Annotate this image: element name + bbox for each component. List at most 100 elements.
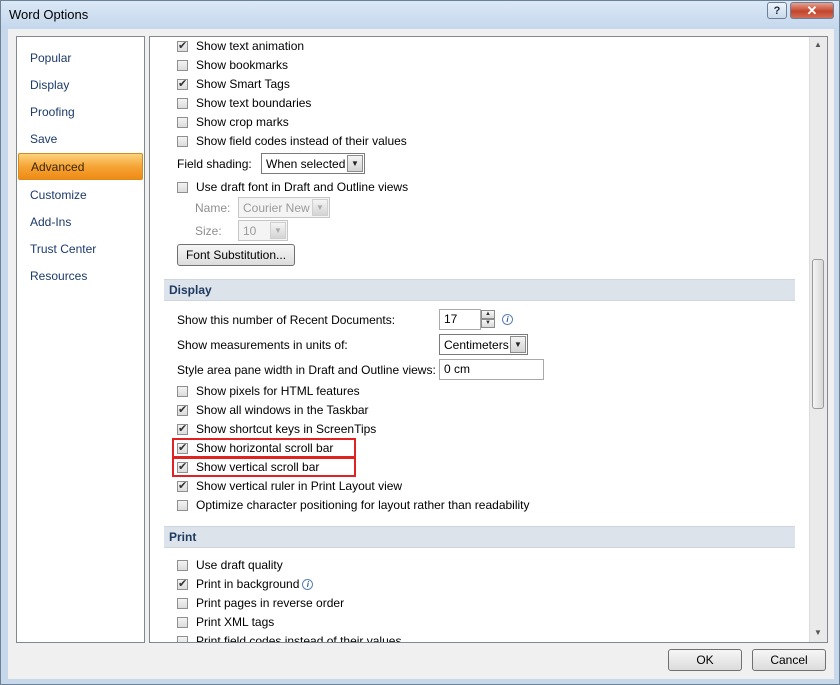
cancel-button[interactable]: Cancel <box>752 649 826 671</box>
checkbox[interactable] <box>177 59 188 71</box>
checkbox[interactable] <box>177 597 188 609</box>
draft-font-name-dropdown[interactable]: Courier New ▼ <box>238 197 330 218</box>
checkbox[interactable] <box>177 181 188 193</box>
chevron-down-icon: ▼ <box>312 199 328 216</box>
scroll-down-icon[interactable]: ▼ <box>812 626 824 640</box>
option-print-in-background[interactable]: Print in background i <box>177 575 314 593</box>
font-substitution-button[interactable]: Font Substitution... <box>177 244 295 266</box>
checkbox[interactable] <box>177 422 188 435</box>
scroll-up-icon[interactable]: ▲ <box>812 38 824 52</box>
draft-font-name-label: Name: <box>195 201 231 215</box>
option-show-all-windows-taskbar[interactable]: Show all windows in the Taskbar <box>177 401 369 419</box>
recent-documents-label: Show this number of Recent Documents: <box>177 313 396 327</box>
option-show-text-animation[interactable]: Show text animation <box>177 37 304 55</box>
dropdown-value: Courier New <box>243 200 310 215</box>
checkbox[interactable] <box>177 97 188 109</box>
field-shading-label: Field shading: <box>177 157 252 171</box>
scrollbar-thumb[interactable] <box>812 259 824 409</box>
chevron-down-icon[interactable]: ▼ <box>347 155 363 172</box>
option-label: Print XML tags <box>196 615 275 629</box>
nav-item-trust-center[interactable]: Trust Center <box>18 236 143 263</box>
checkbox[interactable] <box>177 635 188 642</box>
word-options-window: Word Options ? ✕ Popular Display Proofin… <box>0 0 840 685</box>
nav-item-popular[interactable]: Popular <box>18 45 143 72</box>
window-title: Word Options <box>9 7 89 22</box>
dropdown-value: When selected <box>266 156 346 171</box>
option-show-pixels-html[interactable]: Show pixels for HTML features <box>177 382 360 400</box>
draft-font-size-label: Size: <box>195 224 222 238</box>
nav-item-proofing[interactable]: Proofing <box>18 99 143 126</box>
nav-item-display[interactable]: Display <box>18 72 143 99</box>
highlight-box-vertical <box>172 457 356 477</box>
option-print-reverse-order[interactable]: Print pages in reverse order <box>177 594 344 612</box>
option-show-field-codes[interactable]: Show field codes instead of their values <box>177 132 407 150</box>
measurement-units-label: Show measurements in units of: <box>177 338 348 352</box>
category-nav: Popular Display Proofing Save Advanced C… <box>16 36 145 643</box>
dropdown-value: 10 <box>243 223 257 238</box>
ok-button[interactable]: OK <box>668 649 742 671</box>
option-show-vertical-ruler[interactable]: Show vertical ruler in Print Layout view <box>177 477 402 495</box>
checkbox[interactable] <box>177 39 188 52</box>
option-optimize-char-positioning[interactable]: Optimize character positioning for layou… <box>177 496 530 514</box>
checkbox[interactable] <box>177 616 188 628</box>
checkbox[interactable] <box>177 77 188 90</box>
option-show-crop-marks[interactable]: Show crop marks <box>177 113 289 131</box>
highlight-box-horizontal <box>172 438 356 458</box>
option-use-draft-quality[interactable]: Use draft quality <box>177 556 283 574</box>
content-vertical-scrollbar[interactable]: ▲ ▼ <box>809 37 827 642</box>
option-show-shortcut-keys[interactable]: Show shortcut keys in ScreenTips <box>177 420 376 438</box>
style-area-width-input[interactable]: 0 cm <box>439 359 544 380</box>
option-label: Show crop marks <box>196 115 289 129</box>
style-area-width-label: Style area pane width in Draft and Outli… <box>177 363 436 377</box>
help-icon: ? <box>773 4 781 17</box>
checkbox[interactable] <box>177 135 188 147</box>
recent-documents-input[interactable]: 17 <box>439 309 481 330</box>
option-label: Show all windows in the Taskbar <box>196 403 369 417</box>
info-icon: i <box>302 578 314 590</box>
option-label: Print in background <box>196 577 300 591</box>
measurement-units-dropdown[interactable]: Centimeters ▼ <box>439 334 528 355</box>
option-label: Show pixels for HTML features <box>196 384 360 398</box>
checkbox[interactable] <box>177 559 188 571</box>
nav-item-add-ins[interactable]: Add-Ins <box>18 209 143 236</box>
draft-font-size-dropdown[interactable]: 10 ▼ <box>238 220 288 241</box>
spin-down-icon[interactable]: ▼ <box>481 319 495 328</box>
nav-item-resources[interactable]: Resources <box>18 263 143 290</box>
option-print-field-codes[interactable]: Print field codes instead of their value… <box>177 632 402 643</box>
option-show-smart-tags[interactable]: Show Smart Tags <box>177 75 290 93</box>
help-button[interactable]: ? <box>767 2 787 19</box>
option-label: Show field codes instead of their values <box>196 134 407 148</box>
checkbox[interactable] <box>177 403 188 416</box>
section-header-print: Print <box>164 526 795 548</box>
checkbox[interactable] <box>177 479 188 492</box>
option-label: Print pages in reverse order <box>196 596 345 610</box>
spin-up-icon[interactable]: ▲ <box>481 310 495 319</box>
chevron-down-icon: ▼ <box>270 222 286 239</box>
option-label: Show text animation <box>196 39 305 53</box>
dropdown-value: Centimeters <box>444 337 509 352</box>
checkbox[interactable] <box>177 385 188 397</box>
close-button[interactable]: ✕ <box>790 2 834 19</box>
nav-item-advanced[interactable]: Advanced <box>18 153 143 180</box>
nav-item-customize[interactable]: Customize <box>18 182 143 209</box>
section-header-display: Display <box>164 279 795 301</box>
chevron-down-icon[interactable]: ▼ <box>510 336 526 353</box>
nav-item-save[interactable]: Save <box>18 126 143 153</box>
recent-documents-spinner[interactable]: ▲ ▼ <box>481 310 497 329</box>
option-label: Show bookmarks <box>196 58 289 72</box>
option-label: Use draft quality <box>196 558 283 572</box>
option-label: Use draft font in Draft and Outline view… <box>196 180 409 194</box>
option-show-text-boundaries[interactable]: Show text boundaries <box>177 94 311 112</box>
option-label: Print field codes instead of their value… <box>196 634 402 643</box>
title-bar: Word Options ? ✕ <box>1 1 839 29</box>
option-show-bookmarks[interactable]: Show bookmarks <box>177 56 288 74</box>
settings-content-pane: Show text animation Show bookmarks Show … <box>149 36 828 643</box>
option-use-draft-font[interactable]: Use draft font in Draft and Outline view… <box>177 178 408 196</box>
checkbox[interactable] <box>177 499 188 511</box>
field-shading-dropdown[interactable]: When selected ▼ <box>261 153 365 174</box>
option-label: Show Smart Tags <box>196 77 290 91</box>
checkbox[interactable] <box>177 577 188 590</box>
option-print-xml-tags[interactable]: Print XML tags <box>177 613 274 631</box>
option-label: Show text boundaries <box>196 96 312 110</box>
checkbox[interactable] <box>177 116 188 128</box>
